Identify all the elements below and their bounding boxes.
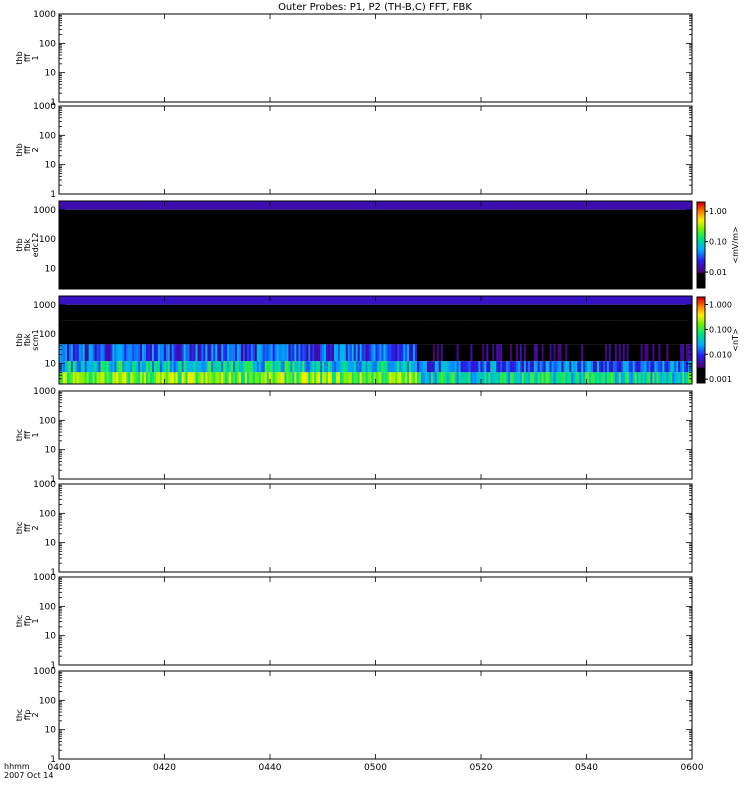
y-tick-label: 1000	[33, 301, 56, 311]
x-tick-label: 0500	[364, 763, 387, 773]
panel-frame	[58, 105, 693, 195]
y-axis-0: 1 10 100 1000	[33, 10, 693, 108]
y-tick-label: 1000	[33, 480, 56, 490]
time-format-label: hhmm	[4, 762, 30, 771]
y-axis-4: 1 10 100 1000	[33, 387, 693, 485]
spectrogram-2	[59, 201, 693, 289]
panel-frame	[58, 483, 693, 573]
y-tick-label: 100	[39, 509, 56, 519]
y-tick-label: 1000	[33, 10, 56, 20]
panel-thc-fff-1: 1 10 100 1000 thc fff 1	[15, 387, 693, 485]
panel-label-line: 2	[31, 712, 40, 717]
x-tick-label: 0540	[575, 763, 598, 773]
panel-label-line: 1	[31, 55, 40, 60]
y-tick-label: 1000	[33, 667, 56, 677]
panel-thc-ffp-2: 1101001000thc ffp 2	[15, 667, 693, 765]
panel-label-7: thc ffp 2	[15, 709, 40, 722]
spectrogram-3	[59, 296, 693, 384]
y-tick-label: 100	[39, 602, 56, 612]
y-tick-label: 100	[39, 330, 56, 340]
y-tick-label: 1	[50, 190, 56, 200]
panel-thb-fbk-scm1: 0.001 0.010 0.100 1.000 <nT> 10 100 1000 thb fbk s…	[15, 295, 740, 385]
chart-title: Outer Probes: P1, P2 (TH-B,C) FFT, FBK	[278, 2, 472, 13]
panel-label-line: 2	[31, 525, 40, 530]
panel-label-3: thb fbk scm1	[15, 329, 40, 350]
panel-label-line: edc12	[31, 233, 40, 258]
colorbar-tick-label: 0.100	[709, 325, 732, 334]
y-tick-label: 10	[45, 446, 57, 456]
panel-thb-fff-1: 1 10 100 1000 thb fff 1	[15, 10, 693, 108]
x-tick-label: 0600	[681, 763, 704, 773]
colorbar-unit-label: <mV/m>	[731, 226, 740, 263]
colorbar-tick-label: 1.00	[709, 207, 727, 216]
y-tick-label: 1000	[33, 206, 56, 216]
y-axis-1: 1 10 100 1000	[33, 102, 693, 200]
colorbar-tick-label: 1.000	[709, 300, 732, 309]
panel-thc-fff-2: 1101001000thc fff 2	[15, 480, 693, 578]
panel-thc-ffp-1: 1 10 100 1000 thc ffp 1	[15, 573, 693, 671]
y-tick-label: 10	[45, 632, 57, 642]
panel-label-0: thb fff 1	[15, 51, 40, 64]
x-tick-label: 0420	[153, 763, 176, 773]
y-tick-label: 100	[39, 39, 56, 49]
colorbar-2: 0.01 0.10 1.00 <mV/m>	[696, 201, 740, 289]
panel-label-line: 1	[31, 432, 40, 437]
x-tick-label: 0520	[470, 763, 493, 773]
y-axis-7: 1101001000	[33, 667, 693, 765]
y-tick-label: 10	[45, 539, 57, 549]
colorbar-unit-label: <nT>	[731, 328, 740, 351]
colorbar-tick-label: 0.001	[709, 375, 732, 384]
y-axis-5: 1101001000	[33, 480, 693, 578]
y-tick-label: 100	[39, 131, 56, 141]
y-tick-label: 10	[45, 69, 57, 79]
y-tick-label: 1000	[33, 573, 56, 583]
y-tick-label: 1000	[33, 387, 56, 397]
panel-label-6: thc ffp 1	[15, 615, 40, 628]
panel-thb-fbk-edc12: 0.01 0.10 1.00 <mV/m> 10 100 1000 thb fbk edc12	[15, 200, 740, 290]
y-tick-label: 10	[45, 161, 57, 171]
panel-label-2: thb fbk edc12	[15, 233, 40, 258]
panel-frame	[58, 13, 693, 103]
y-tick-label: 10	[45, 359, 57, 369]
y-tick-label: 100	[39, 696, 56, 706]
y-tick-label: 100	[39, 416, 56, 426]
panel-frame	[58, 576, 693, 666]
panel-label-line: scm1	[31, 329, 40, 350]
colorbar-tick-label: 0.10	[709, 238, 727, 247]
panel-frame	[58, 390, 693, 480]
y-tick-label: 100	[39, 235, 56, 245]
colorbar-tick-label: 0.01	[709, 268, 727, 277]
chart-figure: Outer Probes: P1, P2 (TH-B,C) FFT, FBK 1…	[4, 2, 740, 780]
y-axis-6: 1 10 100 1000	[33, 573, 693, 671]
panel-label-4: thc fff 1	[15, 429, 40, 442]
colorbar-tick-label: 0.010	[709, 350, 732, 359]
panel-thb-fff-2: 1 10 100 1000 thb fff 2	[15, 102, 693, 200]
panel-label-1: thb fff 2	[15, 143, 40, 156]
panel-label-line: 1	[31, 618, 40, 623]
panel-label-line: 2	[31, 147, 40, 152]
y-tick-label: 10	[45, 726, 57, 736]
x-tick-label: 0440	[259, 763, 282, 773]
date-label: 2007 Oct 14	[4, 771, 53, 780]
y-tick-label: 10	[45, 264, 57, 274]
y-tick-label: 1000	[33, 102, 56, 112]
time-axis: 0400 0420 0440 0500 0520 0540 0600hhmm2007 Oct…	[4, 762, 704, 780]
panel-label-5: thc fff 2	[15, 522, 40, 535]
panel-stack: 1101001000thb fff 11101001000thb fff 20.010.…	[15, 10, 740, 765]
colorbar-3: 0.001 0.010 0.100 1.000 <nT>	[696, 296, 740, 384]
panel-frame	[58, 670, 693, 760]
